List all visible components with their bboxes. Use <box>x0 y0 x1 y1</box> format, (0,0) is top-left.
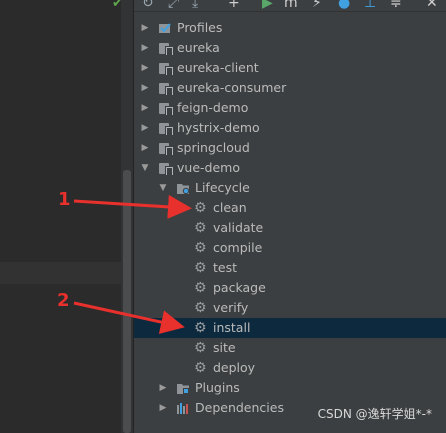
collapse-arrow-icon[interactable]: ▼ <box>140 158 150 178</box>
expand-arrow-icon[interactable]: ▶ <box>140 38 150 58</box>
lifecycle-phase-deploy[interactable]: ⚙ deploy <box>134 358 446 378</box>
tree-item-plugins[interactable]: ▶ Plugins <box>134 378 446 398</box>
tree-item-module[interactable]: ▶ eureka <box>134 38 446 58</box>
download-icon[interactable]: ⤓ <box>192 0 198 11</box>
tree-item-module[interactable]: ▼ vue-demo <box>134 158 446 178</box>
phase-label: validate <box>213 220 264 235</box>
phase-label: deploy <box>213 360 256 375</box>
lifecycle-phase-test[interactable]: ⚙ test <box>134 258 446 278</box>
expand-arrow-icon[interactable]: ▶ <box>140 98 150 118</box>
tree-item-label: Profiles <box>177 20 223 35</box>
tree-item-label: eureka-consumer <box>177 80 287 95</box>
maven-module-icon <box>158 41 173 55</box>
maven-module-icon <box>158 141 173 155</box>
expand-arrow-icon[interactable]: ▶ <box>140 138 150 158</box>
generate-icon[interactable]: ⤢ <box>168 0 179 11</box>
tree-item-module[interactable]: ▶ eureka-client <box>134 58 446 78</box>
editor-scrollbar[interactable] <box>121 0 133 433</box>
gear-icon: ⚙ <box>194 340 207 356</box>
expand-arrow-icon[interactable]: ▶ <box>140 78 150 98</box>
tree-item-module[interactable]: ▶ hystrix-demo <box>134 118 446 138</box>
lifecycle-folder-icon <box>177 184 190 195</box>
dependencies-icon <box>177 403 188 414</box>
settings-icon[interactable]: ✕ <box>426 0 438 11</box>
lifecycle-phase-compile[interactable]: ⚙ compile <box>134 238 446 258</box>
phase-label: package <box>213 280 266 295</box>
tree-item-module[interactable]: ▶ feign-demo <box>134 98 446 118</box>
gear-icon: ⚙ <box>194 240 207 256</box>
collapse-arrow-icon[interactable]: ▼ <box>158 178 168 198</box>
add-icon[interactable]: + <box>228 0 240 11</box>
phase-label: install <box>213 320 251 335</box>
maven-module-icon <box>158 121 173 135</box>
tree-item-label: vue-demo <box>177 160 240 175</box>
maven-module-icon <box>158 101 173 115</box>
tree-item-label: hystrix-demo <box>177 120 260 135</box>
skip-tests-icon[interactable]: ● <box>338 0 350 11</box>
maven-toolbar: ↻ ⤢ ⤓ + ▶ m ⚡ ● ⊥ ≑ ✕ <box>134 0 446 12</box>
expand-arrow-icon[interactable]: ▶ <box>140 118 150 138</box>
collapse-all-icon[interactable]: ≑ <box>390 0 402 11</box>
gear-icon: ⚙ <box>194 220 207 236</box>
tree-item-label: eureka <box>177 40 220 55</box>
maven-module-icon <box>158 61 173 75</box>
maven-panel: ↻ ⤢ ⤓ + ▶ m ⚡ ● ⊥ ≑ ✕ ▶ Profiles ▶ eurek… <box>134 0 446 433</box>
phase-label: compile <box>213 240 263 255</box>
gear-icon: ⚙ <box>194 300 207 316</box>
tree-item-profiles[interactable]: ▶ Profiles <box>134 18 446 38</box>
phase-label: verify <box>213 300 249 315</box>
expand-arrow-icon[interactable]: ▶ <box>140 18 150 38</box>
tree-item-label: eureka-client <box>177 60 259 75</box>
execute-goal-icon[interactable]: m <box>284 0 298 11</box>
gear-icon: ⚙ <box>194 360 207 376</box>
phase-label: clean <box>213 200 247 215</box>
maven-module-icon <box>158 81 173 95</box>
tree-item-label: springcloud <box>177 140 250 155</box>
scrollbar-thumb[interactable] <box>123 170 131 433</box>
tree-item-module[interactable]: ▶ eureka-consumer <box>134 78 446 98</box>
lifecycle-phase-site[interactable]: ⚙ site <box>134 338 446 358</box>
tree-item-lifecycle[interactable]: ▼ Lifecycle <box>134 178 446 198</box>
gear-icon: ⚙ <box>194 280 207 296</box>
maven-module-icon <box>158 161 173 175</box>
lifecycle-phase-install[interactable]: ⚙ install <box>134 318 446 338</box>
lifecycle-phase-validate[interactable]: ⚙ validate <box>134 218 446 238</box>
gear-icon: ⚙ <box>194 320 207 336</box>
profiles-icon <box>159 23 171 33</box>
watermark: CSDN @逸轩学姐*-* <box>317 407 432 421</box>
show-dependencies-icon[interactable]: ⊥ <box>364 0 376 11</box>
tree-item-label: Dependencies <box>195 400 284 415</box>
current-line-highlight <box>0 262 121 284</box>
tree-item-module[interactable]: ▶ springcloud <box>134 138 446 158</box>
tree-item-label: Lifecycle <box>195 180 250 195</box>
expand-arrow-icon[interactable]: ▶ <box>140 58 150 78</box>
plugins-folder-icon <box>177 384 189 394</box>
editor-area: ✔ <box>0 0 123 433</box>
lifecycle-phase-package[interactable]: ⚙ package <box>134 278 446 298</box>
lifecycle-phase-clean[interactable]: ⚙ clean <box>134 198 446 218</box>
gear-icon: ⚙ <box>194 260 207 276</box>
tree-item-label: Plugins <box>195 380 240 395</box>
refresh-icon[interactable]: ↻ <box>142 0 154 11</box>
run-icon[interactable]: ▶ <box>262 0 273 11</box>
toggle-offline-icon[interactable]: ⚡ <box>312 0 322 11</box>
tree-item-label: feign-demo <box>177 100 249 115</box>
phase-label: site <box>213 340 236 355</box>
phase-label: test <box>213 260 238 275</box>
lifecycle-phase-verify[interactable]: ⚙ verify <box>134 298 446 318</box>
expand-arrow-icon[interactable]: ▶ <box>158 378 168 398</box>
expand-arrow-icon[interactable]: ▶ <box>158 398 168 418</box>
gear-icon: ⚙ <box>194 200 207 216</box>
